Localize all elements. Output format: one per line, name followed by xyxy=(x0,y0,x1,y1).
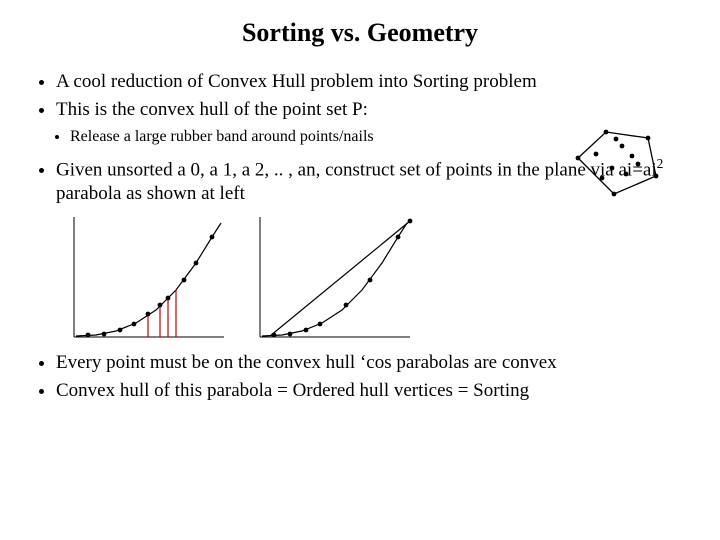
pentagon-figure-wrap xyxy=(572,128,666,202)
bullet-2: This is the convex hull of the point set… xyxy=(56,98,692,122)
bullet-list: A cool reduction of Convex Hull problem … xyxy=(38,70,692,122)
bullet-5: Convex hull of this parabola = Ordered h… xyxy=(56,379,692,403)
bullet-list-3: Every point must be on the convex hull ‘… xyxy=(38,351,692,403)
slide: Sorting vs. Geometry A cool reduction of… xyxy=(0,0,720,425)
bullet-3-pre: Given unsorted a 0, a 1, a 2, .. , an, c… xyxy=(56,159,657,180)
bullet-3-post: parabola as shown at left xyxy=(56,183,245,204)
figure-row xyxy=(68,213,692,343)
bullet-4: Every point must be on the convex hull ‘… xyxy=(56,351,692,375)
slide-title: Sorting vs. Geometry xyxy=(28,18,692,48)
bullet-1: A cool reduction of Convex Hull problem … xyxy=(56,70,692,94)
parabola-hull-figure xyxy=(254,213,414,343)
pentagon-figure xyxy=(572,128,666,202)
parabola-stems-figure xyxy=(68,213,228,343)
